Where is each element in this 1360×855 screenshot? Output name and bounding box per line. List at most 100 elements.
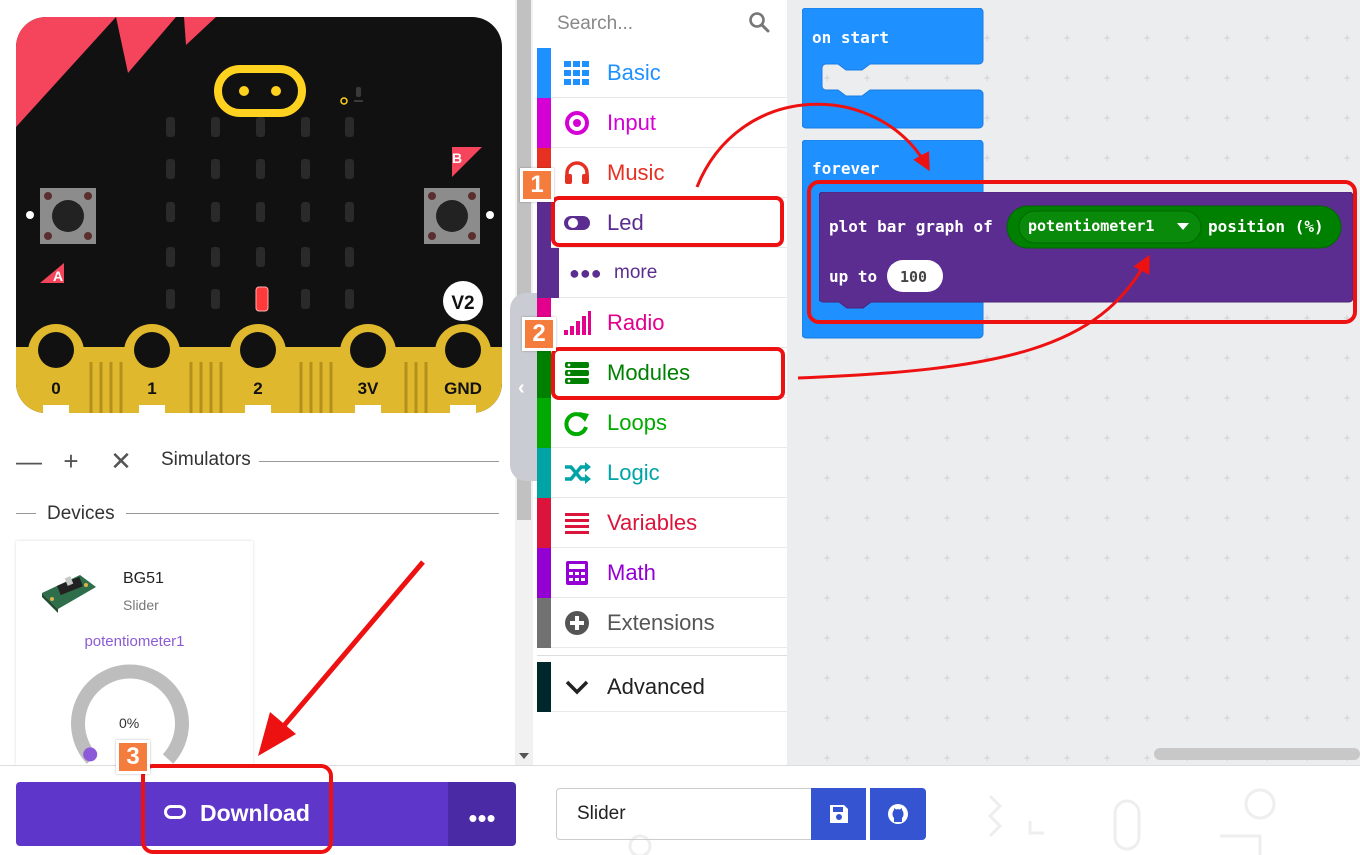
category-label: Variables (607, 510, 698, 535)
category-radio[interactable]: Radio (537, 298, 787, 348)
led-pixel (345, 202, 354, 222)
dial-knob[interactable] (83, 747, 98, 762)
bottom-toolbar: Download ••• Slider (0, 765, 1360, 855)
chevron-left-icon: ‹ (518, 377, 525, 399)
led-pixel (345, 159, 354, 179)
download-icon (164, 805, 186, 819)
plot-bar-graph-block[interactable] (819, 192, 1354, 312)
category-color-bar (537, 398, 551, 448)
on-start-block[interactable] (802, 8, 1002, 130)
category-logic[interactable]: Logic (537, 448, 787, 498)
step-badge-1: 1 (520, 168, 554, 202)
search-input[interactable]: Search... (557, 13, 633, 35)
more-options-button[interactable]: ••• (448, 782, 516, 846)
device-type: Slider (123, 597, 159, 613)
led-pixel (301, 202, 310, 222)
category-label: Modules (607, 360, 691, 385)
led-pixel (256, 247, 265, 267)
pin-label: 2 (253, 379, 262, 398)
category-color-bar (537, 598, 551, 648)
device-value: 0% (119, 715, 140, 731)
led-pixel (345, 247, 354, 267)
list-icon (565, 513, 589, 534)
category-color-bar (537, 662, 551, 712)
category-modules[interactable]: Modules (537, 348, 787, 398)
simulator-panel: A B V2 0 1 2 3V GND — + ✕ Simulators Dev… (0, 0, 515, 765)
category-label: Input (607, 110, 656, 135)
headphones-icon (565, 161, 589, 184)
position-percent-label: position (%) (1208, 217, 1324, 236)
save-button[interactable] (811, 788, 866, 840)
category-label: more (614, 262, 658, 283)
device-card[interactable]: BG51 Slider potentiometer1 0% (16, 541, 253, 765)
chevron-down-icon (565, 680, 589, 695)
button-b-label: B (452, 150, 462, 166)
led-pixel (211, 159, 220, 179)
pin-label: 1 (147, 379, 156, 398)
category-music[interactable]: Music (537, 148, 787, 198)
microbit-board[interactable]: A B V2 0 1 2 3V GND (16, 17, 502, 413)
category-led-more[interactable]: ●●● more (537, 248, 787, 298)
category-color-bar (537, 498, 551, 548)
slider-module-image (42, 575, 96, 613)
button-a-label: A (53, 268, 63, 284)
category-label: Radio (607, 310, 665, 335)
step-badge-2: 2 (522, 317, 556, 351)
project-name-input[interactable]: Slider (556, 788, 812, 840)
potentiometer-dropdown[interactable]: potentiometer1 (1028, 217, 1154, 235)
led-pixel (301, 289, 310, 309)
download-button[interactable]: Download (16, 782, 448, 846)
led-pixel (166, 159, 175, 179)
led-pixel (211, 289, 220, 309)
led-pixel (256, 159, 265, 179)
category-color-bar (537, 448, 551, 498)
category-label: Loops (607, 410, 667, 435)
simulator-controls: — + ✕ Simulators (16, 447, 499, 475)
category-color-bar (537, 248, 559, 298)
blocks-workspace[interactable]: on start forever plot bar graph of poten… (787, 0, 1360, 765)
category-variables[interactable]: Variables (537, 498, 787, 548)
on-start-label: on start (812, 28, 890, 47)
step-badge-3: 3 (116, 740, 150, 774)
ellipsis-icon: ••• (468, 803, 496, 833)
toolbox-search[interactable]: Search... (537, 0, 787, 48)
up-to-value-input[interactable]: 100 (900, 268, 927, 286)
plus-circle-icon (565, 611, 589, 635)
category-input[interactable]: Input (537, 98, 787, 148)
shuffle-icon (565, 462, 591, 484)
category-color-bar (537, 198, 551, 248)
grid-icon (564, 61, 589, 85)
category-advanced[interactable]: Advanced (537, 662, 787, 712)
category-led[interactable]: Led (537, 198, 787, 248)
github-button[interactable] (870, 788, 926, 840)
led-pixel (301, 159, 310, 179)
pin-label: 3V (358, 379, 379, 398)
floppy-disk-icon (830, 805, 848, 823)
led-pixel (345, 289, 354, 309)
simulators-title: Simulators (161, 449, 259, 471)
workspace-horizontal-scrollbar[interactable] (1154, 748, 1360, 760)
loop-icon (564, 412, 589, 436)
dots-icon: ●●● (569, 263, 602, 283)
category-color-bar (537, 348, 551, 398)
close-icon[interactable]: ✕ (108, 447, 134, 475)
category-label: Music (607, 160, 665, 185)
signal-icon (564, 311, 591, 335)
led-pixel (166, 202, 175, 222)
led-pixel (211, 247, 220, 267)
target-icon (565, 111, 589, 135)
category-loops[interactable]: Loops (537, 398, 787, 448)
scroll-down-icon[interactable] (519, 753, 529, 759)
category-extensions[interactable]: Extensions (537, 598, 787, 648)
minimize-icon[interactable]: — (16, 447, 42, 475)
category-math[interactable]: Math (537, 548, 787, 598)
modules-icon (565, 362, 589, 384)
led-pixel (166, 289, 175, 309)
led-pixel (256, 202, 265, 222)
category-basic[interactable]: Basic (537, 48, 787, 98)
calculator-icon (566, 561, 588, 585)
plus-icon[interactable]: + (58, 447, 84, 475)
category-label: Math (607, 560, 656, 585)
search-icon[interactable] (748, 11, 770, 33)
version-badge: V2 (451, 293, 474, 314)
